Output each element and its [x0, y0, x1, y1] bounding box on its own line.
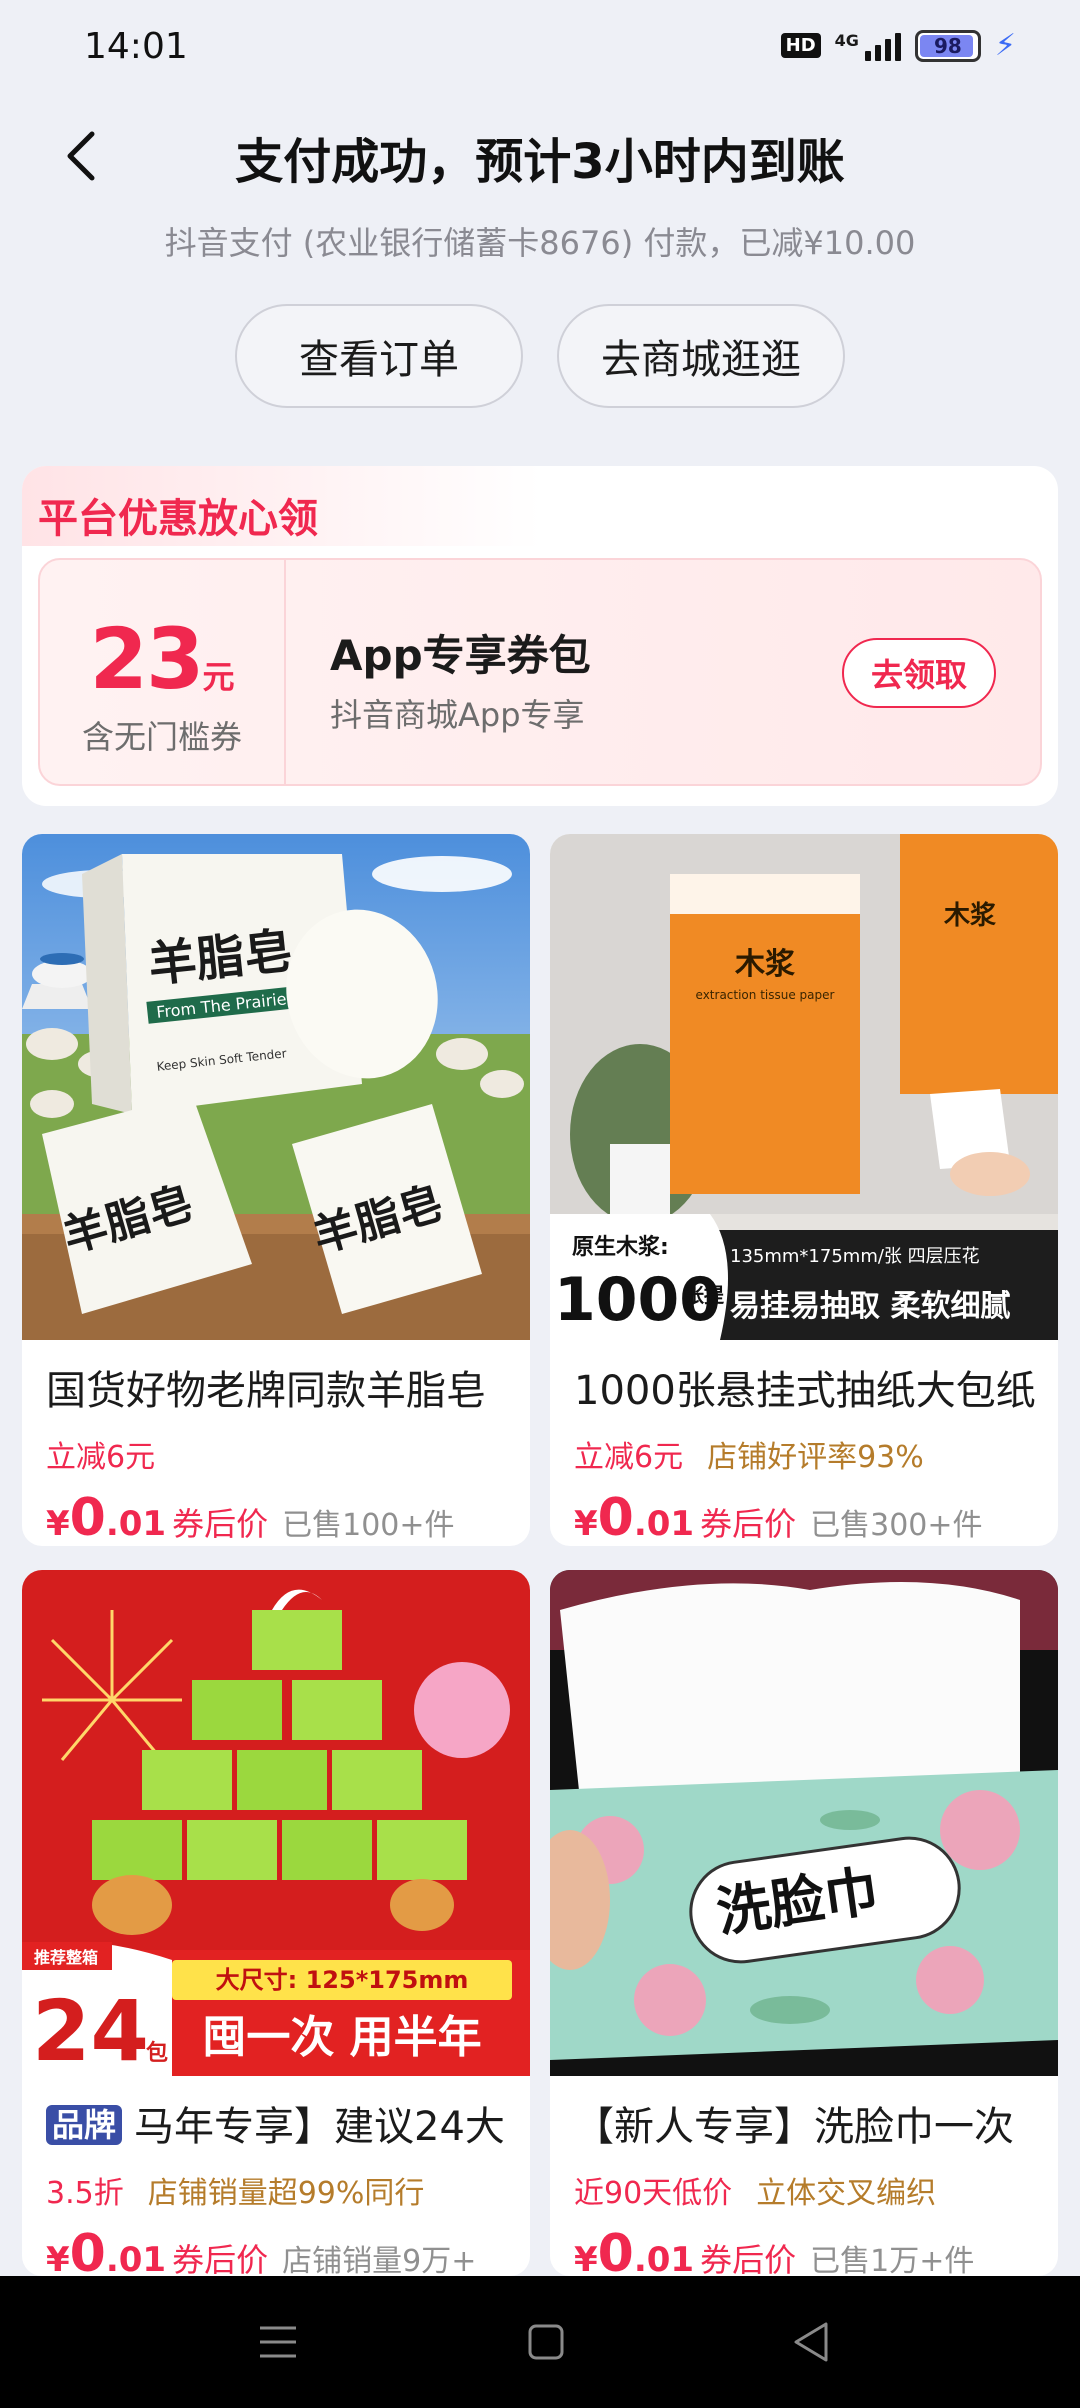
product-card[interactable]: 木浆 extraction tissue paper 木浆 原生木浆: 1000…	[550, 834, 1058, 1546]
claim-coupon-button[interactable]: 去领取	[842, 638, 996, 708]
pack-count: 24	[32, 1982, 149, 2076]
price-integer: 0	[597, 2224, 634, 2276]
coupon-panel: 平台优惠放心领 23元 含无门槛券 App专享券包 抖音商城App专享 去领取	[22, 466, 1058, 806]
price-row: ¥ 0 .01 券后价 已售100+件	[46, 1488, 455, 1546]
sold-count: 已售100+件	[282, 1508, 455, 1543]
pack-size: 大尺寸: 125*175mm	[216, 1966, 469, 1994]
status-time: 14:01	[84, 26, 188, 67]
coupon-heading: 平台优惠放心领	[38, 496, 318, 542]
price-row: ¥ 0 .01 券后价 已售1万+件	[574, 2224, 974, 2276]
product-tags: 3.5折 店铺销量超99%同行	[46, 2168, 424, 2212]
sold-count: 已售300+件	[810, 1508, 983, 1543]
price-label: 券后价	[700, 1505, 797, 1543]
go-shopping-button[interactable]: 去商城逛逛	[557, 304, 845, 408]
pulp-label: 原生木浆:	[572, 1234, 669, 1260]
network-label: 4G	[834, 30, 859, 50]
product-image-hanging-tissue: 木浆 extraction tissue paper 木浆 原生木浆: 1000…	[550, 834, 1058, 1340]
product-card[interactable]: 洗脸巾 【新人专享】洗脸巾一次 近90天低价 立体交叉编织 ¥ 0 .01 券后…	[550, 1570, 1058, 2276]
rating-tag: 店铺好评率93%	[707, 1440, 924, 1475]
menu-icon[interactable]	[252, 2316, 304, 2368]
product-card[interactable]: 羊脂皂 From The Prairie Keep Skin Soft Tend…	[22, 834, 530, 1546]
hd-icon: HD	[780, 33, 821, 58]
home-icon[interactable]	[520, 2316, 572, 2368]
product-image-soap: 羊脂皂 From The Prairie Keep Skin Soft Tend…	[22, 834, 530, 1340]
product-title: 品牌 马年专享】建议24大	[46, 2094, 516, 2152]
price-row: ¥ 0 .01 券后价 店铺销量9万+	[46, 2224, 476, 2276]
low-price-tag: 近90天低价	[574, 2176, 733, 2211]
status-icons: HD 4G 98 ⚡	[780, 28, 1016, 63]
discount-tag: 立减6元	[46, 1440, 156, 1475]
price-integer: 0	[69, 2224, 106, 2276]
discount-tag: 立减6元	[574, 1440, 684, 1475]
battery-level: 98	[934, 33, 962, 58]
price-symbol: ¥	[574, 1504, 598, 1544]
price-label: 券后价	[172, 1505, 269, 1543]
tissue-unit: 张提	[684, 1283, 725, 1307]
price-label: 券后价	[700, 2241, 797, 2276]
discount-tag: 3.5折	[46, 2176, 124, 2211]
pack-unit: 包	[146, 2040, 168, 2066]
product-title: 【新人专享】洗脸巾一次	[574, 2104, 1014, 2150]
back-triangle-icon[interactable]	[786, 2316, 838, 2368]
battery-icon: 98	[914, 29, 981, 62]
product-image-face-towel: 洗脸巾	[550, 1570, 1058, 2076]
pack-slogan: 囤一次 用半年	[202, 2012, 481, 2063]
product-card[interactable]: 推荐整箱 24 包 大尺寸: 125*175mm 囤一次 用半年 品牌 马年专享】…	[22, 1570, 530, 2276]
sales-tag: 店铺销量超99%同行	[147, 2176, 425, 2211]
price-decimal: .01	[633, 1504, 695, 1544]
price-decimal: .01	[105, 2240, 167, 2276]
price-symbol: ¥	[46, 2240, 70, 2276]
price-symbol: ¥	[574, 2240, 598, 2276]
tissue-pack-text-2: 木浆	[943, 900, 997, 931]
product-tags: 立减6元	[46, 1432, 155, 1476]
product-tags: 立减6元 店铺好评率93%	[574, 1432, 924, 1476]
coupon-title: App专享券包	[330, 631, 591, 680]
coupon-amount-desc: 含无门槛券	[81, 718, 242, 756]
tissue-pack-text: 木浆	[734, 947, 795, 982]
recommend-ribbon: 推荐整箱	[34, 1948, 98, 1967]
price-integer: 0	[597, 1488, 634, 1546]
brand-tag: 品牌	[46, 2105, 123, 2145]
price-decimal: .01	[105, 1504, 167, 1544]
ticket-divider	[284, 560, 286, 784]
feature-tag: 立体交叉编织	[756, 2176, 937, 2211]
coupon-amount: 23元	[40, 610, 284, 708]
tissue-spec: 135mm*175mm/张 四层压花	[730, 1246, 980, 1267]
charging-icon: ⚡	[994, 28, 1016, 63]
coupon-subtitle: 抖音商城App专享	[330, 696, 585, 734]
tissue-pack-sub: extraction tissue paper	[696, 988, 835, 1002]
product-title: 国货好物老牌同款羊脂皂	[46, 1368, 486, 1414]
coupon-amount-value: 23	[89, 610, 205, 708]
system-nav-bar	[0, 2276, 1080, 2408]
payment-summary: 抖音支付 (农业银行储蓄卡8676) 付款，已减¥10.00	[164, 224, 916, 262]
action-buttons: 查看订单 去商城逛逛	[0, 304, 1080, 408]
product-image-24-packs: 推荐整箱 24 包 大尺寸: 125*175mm 囤一次 用半年	[22, 1570, 530, 2076]
price-label: 券后价	[172, 2241, 269, 2276]
price-symbol: ¥	[46, 1504, 70, 1544]
page-title: 支付成功，预计3小时内到账	[235, 134, 845, 190]
coupon-amount-unit: 元	[202, 658, 235, 696]
product-tags: 近90天低价 立体交叉编织	[574, 2168, 936, 2212]
price-decimal: .01	[633, 2240, 695, 2276]
sold-count: 已售1万+件	[810, 2244, 975, 2276]
sold-count: 店铺销量9万+	[282, 2244, 477, 2276]
product-title-text: 马年专享】建议24大	[134, 2104, 505, 2150]
tissue-slogan: 易挂易抽取 柔软细腻	[730, 1289, 1010, 1324]
signal-icon: 4G	[835, 31, 901, 61]
price-integer: 0	[69, 1488, 106, 1546]
status-bar: 14:01 HD 4G 98 ⚡	[0, 0, 1080, 96]
view-order-button[interactable]: 查看订单	[235, 304, 523, 408]
coupon-ticket[interactable]: 23元 含无门槛券 App专享券包 抖音商城App专享 去领取	[38, 558, 1042, 786]
price-row: ¥ 0 .01 券后价 已售300+件	[574, 1488, 983, 1546]
product-title: 1000张悬挂式抽纸大包纸	[574, 1368, 1036, 1414]
